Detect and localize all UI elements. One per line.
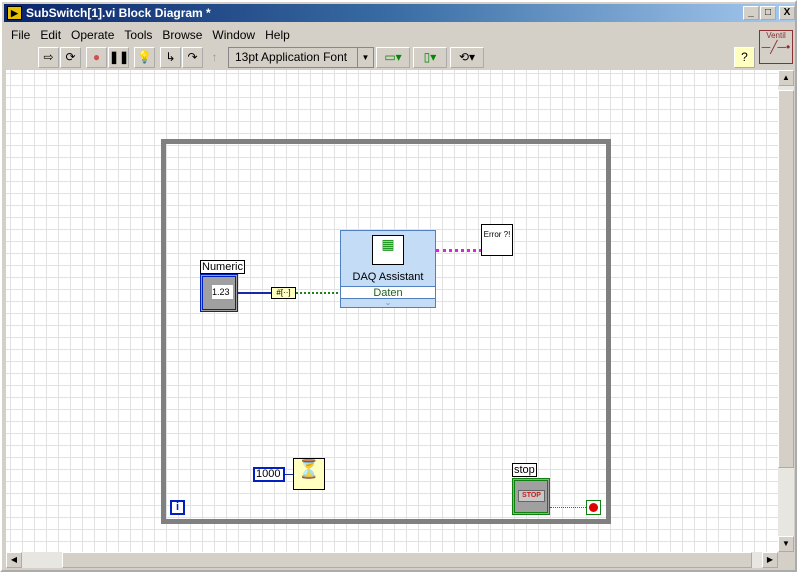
chevron-down-icon: ▼ [357, 48, 373, 67]
scroll-up-icon[interactable]: ▲ [778, 70, 794, 86]
daq-card-icon: ▦ [372, 235, 404, 265]
numeric-control-terminal[interactable]: 1.23 [200, 274, 238, 312]
font-select[interactable]: 13pt Application Font ▼ [228, 47, 374, 68]
close-button[interactable]: X [779, 6, 795, 20]
metronome-icon[interactable]: ⏳ [293, 458, 325, 490]
numeric-label: Numeric [200, 260, 245, 274]
menu-tools[interactable]: Tools [119, 26, 157, 44]
help-button[interactable]: ? [734, 47, 755, 68]
stop-label: stop [512, 463, 537, 477]
menu-file[interactable]: File [6, 26, 35, 44]
numeric-value: 1.23 [212, 285, 233, 299]
horizontal-scroll-thumb[interactable] [62, 552, 752, 568]
distribute-objects-icon[interactable]: ▯▾ [413, 47, 447, 68]
reorder-icon[interactable]: ⟲▾ [450, 47, 484, 68]
iteration-terminal: i [170, 500, 185, 515]
abort-icon[interactable]: ● [86, 47, 107, 68]
daq-title: DAQ Assistant [352, 271, 424, 283]
minimize-button[interactable]: _ [743, 6, 759, 20]
run-arrow-icon[interactable]: ⇨ [38, 47, 59, 68]
step-into-icon[interactable]: ↳ [160, 47, 181, 68]
expand-chevron-icon[interactable]: ⌄ [341, 298, 435, 307]
menu-edit[interactable]: Edit [35, 26, 66, 44]
step-out-icon[interactable]: ↑ [204, 47, 225, 68]
stop-button-face: STOP [518, 490, 545, 502]
while-loop[interactable] [161, 139, 611, 524]
loop-condition-icon[interactable] [586, 500, 601, 515]
wait-constant[interactable]: 1000 [253, 467, 285, 482]
connector-pane-label: Ventil [766, 31, 786, 40]
menu-operate[interactable]: Operate [66, 26, 119, 44]
wire-dynamic-data [296, 292, 342, 294]
run-continuously-icon[interactable]: ⟳ [60, 47, 81, 68]
wire-stop [550, 507, 586, 508]
convert-to-dynamic-data-icon[interactable]: #[··] [271, 287, 296, 299]
horizontal-scrollbar[interactable]: ◀ ▶ [6, 552, 778, 568]
error-handler-icon[interactable]: Error ?! [481, 224, 513, 256]
scroll-down-icon[interactable]: ▼ [778, 536, 794, 552]
align-objects-icon[interactable]: ▭▾ [376, 47, 410, 68]
wire-error [436, 249, 482, 252]
step-over-icon[interactable]: ↷ [182, 47, 203, 68]
title-bar: ▶ SubSwitch[1].vi Block Diagram * [4, 4, 795, 22]
maximize-button[interactable]: □ [760, 6, 776, 20]
vertical-scrollbar[interactable]: ▲ ▼ [778, 70, 794, 552]
block-diagram-canvas[interactable]: Numeric 1.23 #[··] ▦ DAQ Assistant Daten… [6, 70, 778, 552]
highlight-execution-icon[interactable]: 💡 [134, 47, 155, 68]
toolbar: ⇨ ⟳ ● ❚❚ 💡 ↳ ↷ ↑ 13pt Application Font ▼ … [6, 45, 756, 69]
labview-icon: ▶ [7, 6, 22, 20]
window: ▶ SubSwitch[1].vi Block Diagram * _ □ X … [0, 0, 797, 572]
menu-bar: File Edit Operate Tools Browse Window He… [6, 26, 295, 44]
wire-numeric [238, 292, 272, 294]
pause-icon[interactable]: ❚❚ [108, 47, 129, 68]
stop-button-terminal[interactable]: STOP [512, 478, 550, 515]
window-title: SubSwitch[1].vi Block Diagram * [26, 6, 211, 20]
scroll-right-icon[interactable]: ▶ [762, 552, 778, 568]
connector-pane-icon[interactable]: Ventil ─╱─• [759, 30, 793, 64]
menu-help[interactable]: Help [260, 26, 295, 44]
font-select-value: 13pt Application Font [235, 50, 348, 64]
menu-window[interactable]: Window [207, 26, 260, 44]
vertical-scroll-thumb[interactable] [778, 90, 794, 468]
scroll-left-icon[interactable]: ◀ [6, 552, 22, 568]
daq-assistant-node[interactable]: ▦ DAQ Assistant Daten ⌄ [340, 230, 436, 308]
menu-browse[interactable]: Browse [157, 26, 207, 44]
